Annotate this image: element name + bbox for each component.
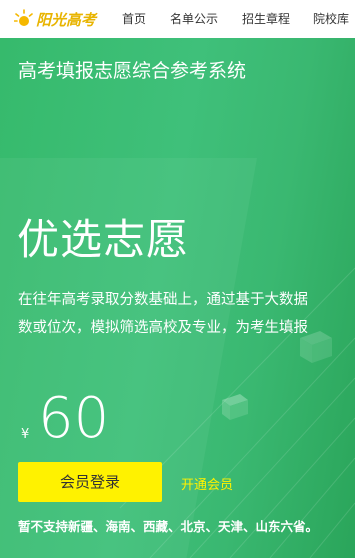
logo-text: 阳光高考: [36, 11, 97, 29]
currency-symbol: ¥: [21, 427, 30, 442]
top-navbar: 阳光高考 首页 名单公示 招生章程 院校库: [0, 0, 355, 39]
hero-title: 优选志愿: [17, 215, 190, 264]
description-line-2: 数或位次，模拟筛选高校及专业，为考生填报: [18, 320, 308, 336]
member-login-button[interactable]: 会员登录: [18, 462, 162, 502]
nav-home[interactable]: 首页: [122, 0, 146, 38]
hero-description: 在往年高考录取分数基础上，通过基于大数据 数或位次，模拟筛选高校及专业，为考生填…: [18, 286, 355, 342]
site-logo[interactable]: 阳光高考: [14, 6, 96, 32]
description-line-1: 在往年高考录取分数基础上，通过基于大数据: [18, 292, 308, 308]
open-membership-link[interactable]: 开通会员: [181, 474, 233, 493]
hero-banner: 高考填报志愿综合参考系统 优选志愿 在往年高考录取分数基础上，通过基于大数据 数…: [0, 38, 355, 558]
nav-admission-rules[interactable]: 招生章程: [242, 0, 290, 38]
price-value: 60: [38, 386, 110, 451]
system-title: 高考填报志愿综合参考系统: [18, 60, 247, 82]
unsupported-provinces-note: 暂不支持新疆、海南、西藏、北京、天津、山东六省。: [18, 519, 319, 534]
nav-college-library[interactable]: 院校库: [313, 0, 349, 38]
nav-list-publicity[interactable]: 名单公示: [170, 0, 218, 38]
sun-icon: [14, 9, 33, 26]
